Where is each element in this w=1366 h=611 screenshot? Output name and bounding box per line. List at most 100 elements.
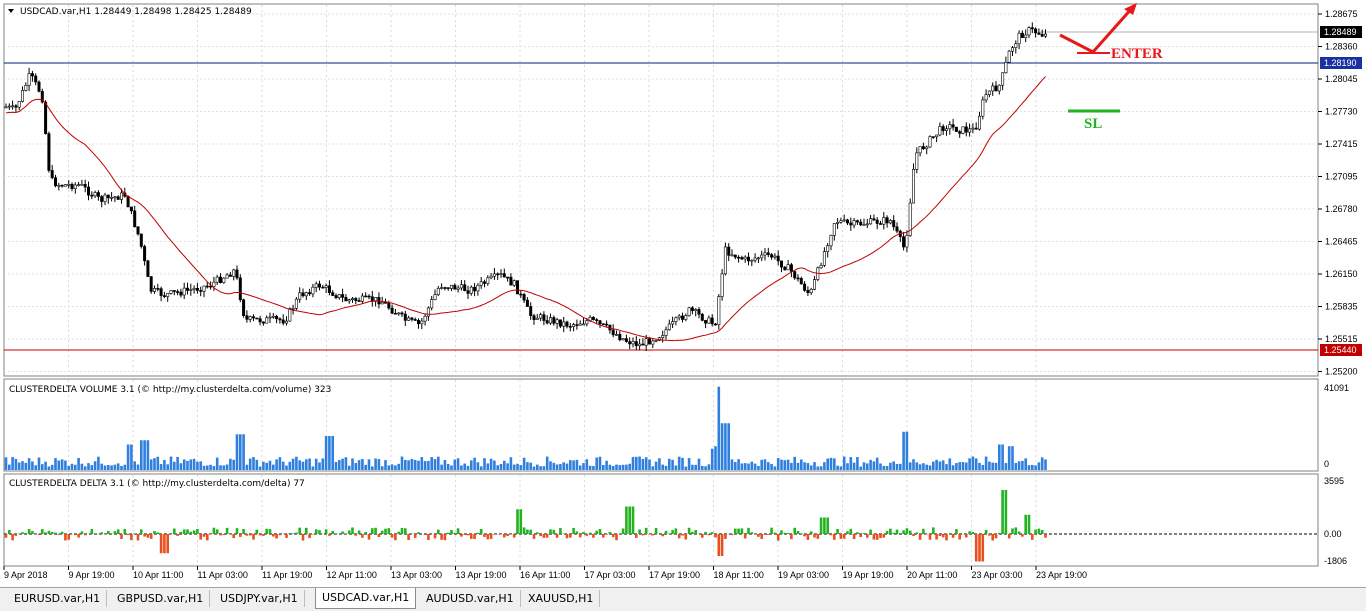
candle-body (242, 300, 244, 316)
candle-body (879, 223, 881, 224)
delta-bar (764, 534, 767, 535)
tab-gbpusd[interactable]: GBPUSD.var,H1 (111, 590, 210, 607)
volume-bar (625, 465, 628, 470)
price-tick-label: 1.26465 (1325, 237, 1358, 247)
volume-bar (345, 457, 348, 470)
candle-body (655, 340, 657, 341)
volume-bar (417, 461, 420, 470)
candle-body (886, 218, 888, 223)
volume-bar (675, 465, 678, 470)
candle-body (833, 223, 835, 235)
candle-body (81, 184, 83, 185)
volume-bar (566, 464, 569, 470)
tab-audusd[interactable]: AUDUSD.var,H1 (420, 590, 521, 607)
delta-bar (193, 530, 196, 534)
delta-bar (107, 531, 110, 534)
candle-body (417, 320, 419, 323)
candle-body (150, 277, 152, 292)
volume-bar (708, 464, 711, 470)
volume-bar (173, 462, 176, 470)
delta-bar (348, 530, 351, 534)
delta-bar (460, 534, 463, 537)
delta-bar (407, 534, 410, 540)
volume-bar (242, 434, 245, 470)
volume-bar (556, 464, 559, 470)
symbol-header: USDCAD.var,H1 1.28449 1.28498 1.28425 1.… (20, 7, 252, 17)
volume-bar (199, 461, 202, 470)
delta-bar (559, 528, 562, 534)
volume-bar (579, 465, 582, 470)
volume-bar (424, 461, 427, 470)
delta-bar (397, 532, 400, 534)
volume-bar (635, 457, 638, 470)
candle-body (388, 303, 390, 308)
delta-bar (595, 531, 598, 534)
candle-body (612, 330, 614, 335)
candle-body (592, 317, 594, 319)
delta-bar (652, 534, 655, 535)
tab-xauusd[interactable]: XAUUSD,H1 (522, 590, 600, 607)
candle-body (21, 90, 23, 101)
candle-body (490, 276, 492, 278)
candle-body (704, 320, 706, 323)
delta-bar (275, 534, 278, 539)
candle-body (31, 74, 33, 76)
delta-bar (318, 530, 321, 534)
volume-bar (193, 459, 196, 470)
candle-body (916, 153, 918, 169)
volume-bar (942, 460, 945, 470)
enter-label: ENTER (1111, 46, 1163, 62)
volume-bar (1028, 465, 1031, 470)
delta-bar (572, 528, 575, 534)
delta-bar (447, 533, 450, 534)
volume-bar (470, 460, 473, 470)
volume-bar (414, 460, 417, 470)
delta-bar (285, 534, 288, 538)
candle-body (975, 128, 977, 129)
candle-body (582, 324, 584, 325)
chart-area[interactable]: USDCAD.var,H1 1.28449 1.28498 1.28425 1.… (0, 0, 1366, 587)
candle-body (556, 320, 558, 324)
volume-bar (312, 466, 315, 470)
volume-bar (619, 465, 622, 470)
volume-bar (807, 463, 810, 470)
delta-bar (64, 534, 67, 540)
volume-bar (774, 466, 777, 470)
delta-bar (117, 529, 120, 534)
delta-bar (675, 528, 678, 534)
delta-bar (328, 534, 331, 536)
volume-bar (140, 440, 143, 470)
current-price-label: 1.28489 (1324, 27, 1357, 37)
volume-bar (978, 463, 981, 470)
volume-bar (767, 462, 770, 470)
delta-bar (219, 534, 222, 535)
tab-eurusd[interactable]: EURUSD.var,H1 (8, 590, 107, 607)
tab-usdjpy[interactable]: USDJPY.var,H1 (214, 590, 305, 607)
delta-bar (28, 529, 31, 534)
candle-body (457, 288, 459, 289)
delta-bar (549, 529, 552, 534)
delta-bar (467, 534, 470, 535)
delta-bar (767, 534, 770, 535)
volume-bar (615, 465, 618, 470)
volume-bar (562, 462, 565, 470)
volume-bar (209, 465, 212, 470)
delta-bar (932, 527, 935, 534)
candle-body (292, 308, 294, 309)
triangle-down-icon[interactable] (8, 9, 14, 13)
price-tick-label: 1.28360 (1325, 42, 1358, 52)
candle-body (107, 195, 109, 198)
candle-body (407, 318, 409, 320)
candle-body (823, 252, 825, 266)
delta-bar (817, 534, 820, 539)
delta-bar (391, 534, 394, 538)
candle-body (959, 132, 961, 134)
volume-bar (477, 462, 480, 470)
delta-bar (242, 529, 245, 534)
volume-bar (236, 434, 239, 470)
delta-bar (289, 533, 292, 534)
candle-body (216, 277, 218, 282)
tab-usdcad[interactable]: USDCAD.var,H1 (315, 588, 416, 609)
volume-bar (338, 460, 341, 470)
delta-bar (602, 534, 605, 538)
